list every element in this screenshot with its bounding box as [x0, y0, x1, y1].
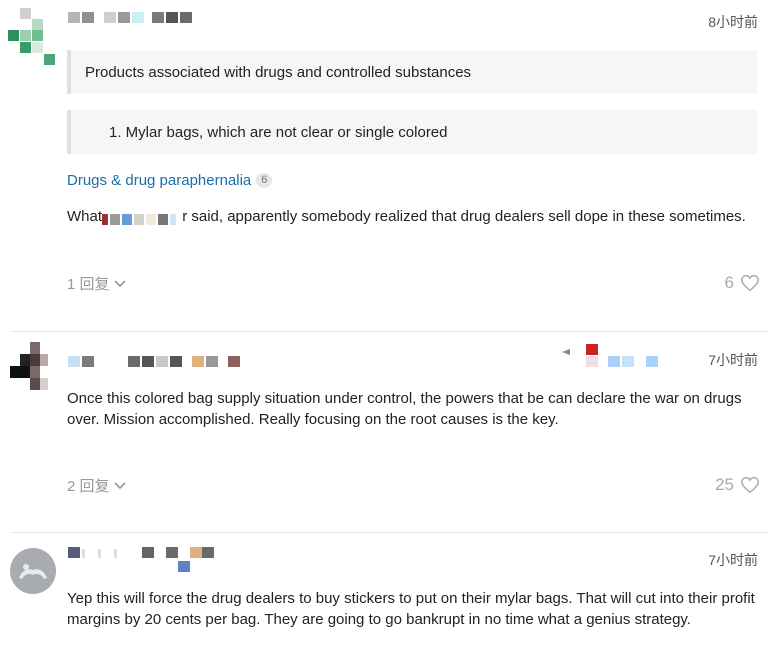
reply-count[interactable]: 2 回复: [67, 475, 110, 496]
chevron-down-icon: [113, 481, 126, 489]
timestamp: 8小时前: [708, 14, 758, 30]
like-count: 6: [724, 273, 734, 292]
comment-body: Yep this will force the drug dealers to …: [67, 590, 755, 628]
comment-body: What r said, apparently somebody realize…: [67, 206, 762, 227]
redacted-mention: [102, 210, 178, 225]
comment-1: 8小时前 Products associated with drugs and …: [0, 0, 782, 330]
reply-toggle[interactable]: 1 回复: [67, 273, 126, 294]
like-button[interactable]: 6: [725, 273, 760, 293]
timestamp: 7小时前: [708, 352, 758, 368]
user-badges: [562, 344, 672, 370]
avatar[interactable]: [8, 8, 56, 65]
blockquote-2: 1. Mylar bags, which are not clear or si…: [67, 110, 757, 154]
comment-body-suffix: r said, apparently somebody realized tha…: [182, 208, 746, 225]
like-button[interactable]: 25: [715, 475, 760, 495]
comment-body-prefix: What: [67, 208, 103, 225]
username[interactable]: [68, 10, 194, 24]
quote-text: Products associated with drugs and contr…: [85, 64, 472, 81]
comment-2: 7小时前 Once this colored bag supply situat…: [0, 332, 782, 532]
comment-body: Once this colored bag supply situation u…: [67, 390, 742, 428]
chevron-down-icon: [113, 279, 126, 287]
policy-link-label[interactable]: Drugs & drug paraphernalia: [67, 172, 251, 189]
default-avatar-icon[interactable]: [10, 548, 58, 596]
like-count: 25: [715, 475, 734, 494]
reply-count[interactable]: 1 回复: [67, 273, 110, 294]
username[interactable]: [68, 354, 242, 368]
quote-list-item: 1. Mylar bags, which are not clear or si…: [109, 124, 448, 141]
reply-toggle[interactable]: 2 回复: [67, 475, 126, 496]
heart-icon: [741, 274, 759, 292]
link-count-badge: 6: [256, 173, 273, 188]
avatar[interactable]: [10, 342, 58, 390]
comment-3: 7小时前 Yep this will force the drug dealer…: [0, 533, 782, 670]
blockquote-1: Products associated with drugs and contr…: [67, 50, 757, 94]
policy-link[interactable]: Drugs & drug paraphernalia 6: [67, 172, 273, 189]
username[interactable]: [68, 547, 218, 573]
timestamp: 7小时前: [708, 552, 758, 568]
heart-icon: [741, 476, 759, 494]
